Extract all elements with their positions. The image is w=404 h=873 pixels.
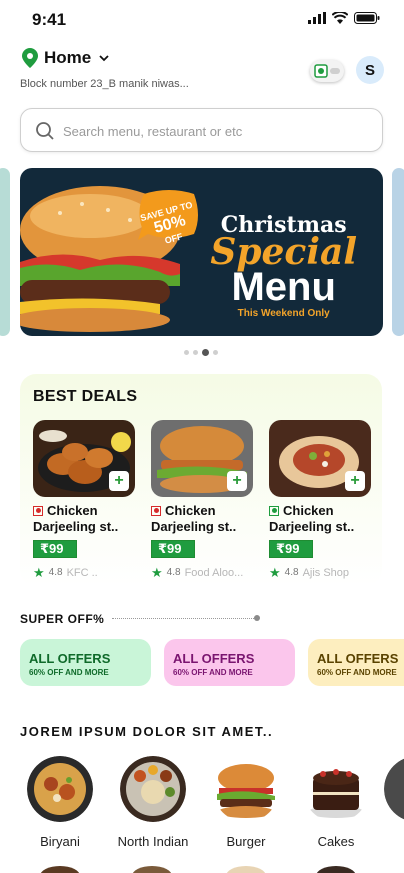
carousel-dot-active[interactable]	[202, 349, 209, 356]
deal-subtitle: Darjeeling st..	[269, 519, 355, 534]
status-bar: 9:41	[0, 0, 404, 40]
category-item[interactable]: Cakes	[296, 756, 376, 849]
carousel-dot[interactable]	[213, 350, 218, 355]
search-bar[interactable]	[20, 108, 383, 152]
deal-subtitle: Darjeeling st..	[151, 519, 237, 534]
signal-icon	[308, 12, 326, 24]
offer-card[interactable]: ALL OFFERS 60% OFF AND MORE	[20, 639, 151, 686]
cake-image	[303, 756, 369, 822]
deal-card[interactable]: + Chicken Darjeeling st.. ₹99 ★ 4.8 Ajis S…	[269, 420, 371, 579]
veg-icon	[269, 505, 279, 516]
category-image	[303, 756, 369, 822]
deal-image: +	[151, 420, 253, 497]
add-to-cart-button[interactable]: +	[109, 471, 129, 491]
deal-image: +	[33, 420, 135, 497]
chevron-down-icon	[99, 55, 109, 62]
super-off-label: SUPER OFF%	[20, 612, 105, 626]
deal-price: ₹99	[33, 540, 77, 558]
deal-subtitle: Darjeeling st..	[33, 519, 119, 534]
add-to-cart-button[interactable]: +	[345, 471, 365, 491]
category-label: Burger	[226, 834, 266, 849]
offer-card[interactable]: ALL OFFERS 60% OFF AND MORE	[164, 639, 295, 686]
category-peek	[316, 866, 356, 873]
star-icon: ★	[269, 566, 281, 579]
deal-price: ₹99	[269, 540, 313, 558]
carousel-dot[interactable]	[193, 350, 198, 355]
avatar[interactable]: S	[356, 56, 384, 84]
add-to-cart-button[interactable]: +	[227, 471, 247, 491]
search-icon	[36, 122, 54, 140]
offer-subtitle: 60% OFF AND MORE	[173, 668, 253, 677]
category-peek	[226, 866, 266, 873]
divider-dot	[254, 615, 260, 621]
deal-price: ₹99	[151, 540, 195, 558]
status-icons	[308, 12, 380, 24]
category-peek-image	[384, 758, 404, 820]
biryani-image	[27, 756, 93, 822]
category-peek	[132, 866, 172, 873]
deal-name: Chicken	[283, 503, 334, 518]
banner-prev-peek[interactable]	[0, 168, 10, 336]
best-deals-section: BEST DEALS + Chicken Darjeeling st.. ₹99…	[20, 374, 382, 586]
dotted-divider	[112, 618, 256, 619]
offer-title: ALL OFFERS	[173, 651, 255, 666]
offer-title: ALL OFFERS	[29, 651, 111, 666]
offer-subtitle: 60% OFF AND MORE	[29, 668, 109, 677]
deal-shop: Food Aloo...	[184, 566, 244, 579]
category-peek	[40, 866, 80, 873]
category-image	[120, 756, 186, 822]
battery-icon	[354, 12, 380, 24]
deal-rating: 4.8	[166, 567, 181, 578]
deal-shop: KFC ..	[66, 566, 98, 579]
category-label: Biryani	[40, 834, 80, 849]
star-icon: ★	[151, 566, 163, 579]
category-image	[384, 756, 404, 822]
north-indian-thali-image	[120, 756, 186, 822]
banner-next-peek[interactable]	[392, 168, 404, 336]
deal-card[interactable]: + Chicken Darjeeling st.. ₹99 ★ 4.8 Food A…	[151, 420, 253, 579]
carousel-pagination[interactable]	[184, 349, 218, 356]
category-item[interactable]: Biryani	[20, 756, 100, 849]
category-item[interactable]: Burger	[206, 756, 286, 849]
deal-shop: Ajis Shop	[302, 566, 350, 579]
location-address[interactable]: Block number 23_B manik niwas...	[20, 78, 189, 90]
non-veg-icon	[33, 505, 43, 516]
best-deals-title: BEST DEALS	[33, 388, 138, 405]
banner-headline: Christmas Special Menu This Weekend Only	[210, 212, 357, 319]
location-selector[interactable]: Home	[22, 48, 111, 68]
veg-mode-toggle[interactable]	[310, 60, 344, 82]
category-item-peek[interactable]	[384, 756, 404, 822]
location-pin-icon	[22, 48, 38, 68]
offer-subtitle: 60% OFF AND MORE	[317, 668, 397, 677]
offer-card[interactable]: ALL OFFERS 60% OFF AND MORE	[308, 639, 404, 686]
non-veg-icon	[151, 505, 161, 516]
location-title: Home	[44, 48, 92, 67]
status-time: 9:41	[32, 10, 67, 29]
category-label: Cakes	[317, 834, 355, 849]
deal-card[interactable]: + Chicken Darjeeling st.. ₹99 ★ 4.8 KFC ..	[33, 420, 135, 579]
category-image	[27, 756, 93, 822]
deal-rating: 4.8	[48, 567, 63, 578]
categories-title: JOREM IPSUM DOLOR SIT AMET..	[20, 724, 274, 739]
category-item[interactable]: North Indian	[113, 756, 193, 849]
veg-mode-icon	[314, 64, 340, 78]
super-off-header: SUPER OFF%	[20, 612, 260, 626]
carousel-dot[interactable]	[184, 350, 189, 355]
offer-title: ALL OFFERS	[317, 651, 399, 666]
deal-name: Chicken	[47, 503, 98, 518]
star-icon: ★	[33, 566, 45, 579]
wifi-icon	[332, 12, 348, 24]
deal-name: Chicken	[165, 503, 216, 518]
promo-banner[interactable]: SAVE UP TO 50% OFF Christmas Special Men…	[20, 168, 383, 336]
search-input[interactable]	[63, 120, 363, 142]
category-image	[213, 756, 279, 822]
deal-image: +	[269, 420, 371, 497]
burger-category-image	[213, 756, 279, 822]
deal-rating: 4.8	[284, 567, 299, 578]
category-label: North Indian	[117, 834, 189, 849]
